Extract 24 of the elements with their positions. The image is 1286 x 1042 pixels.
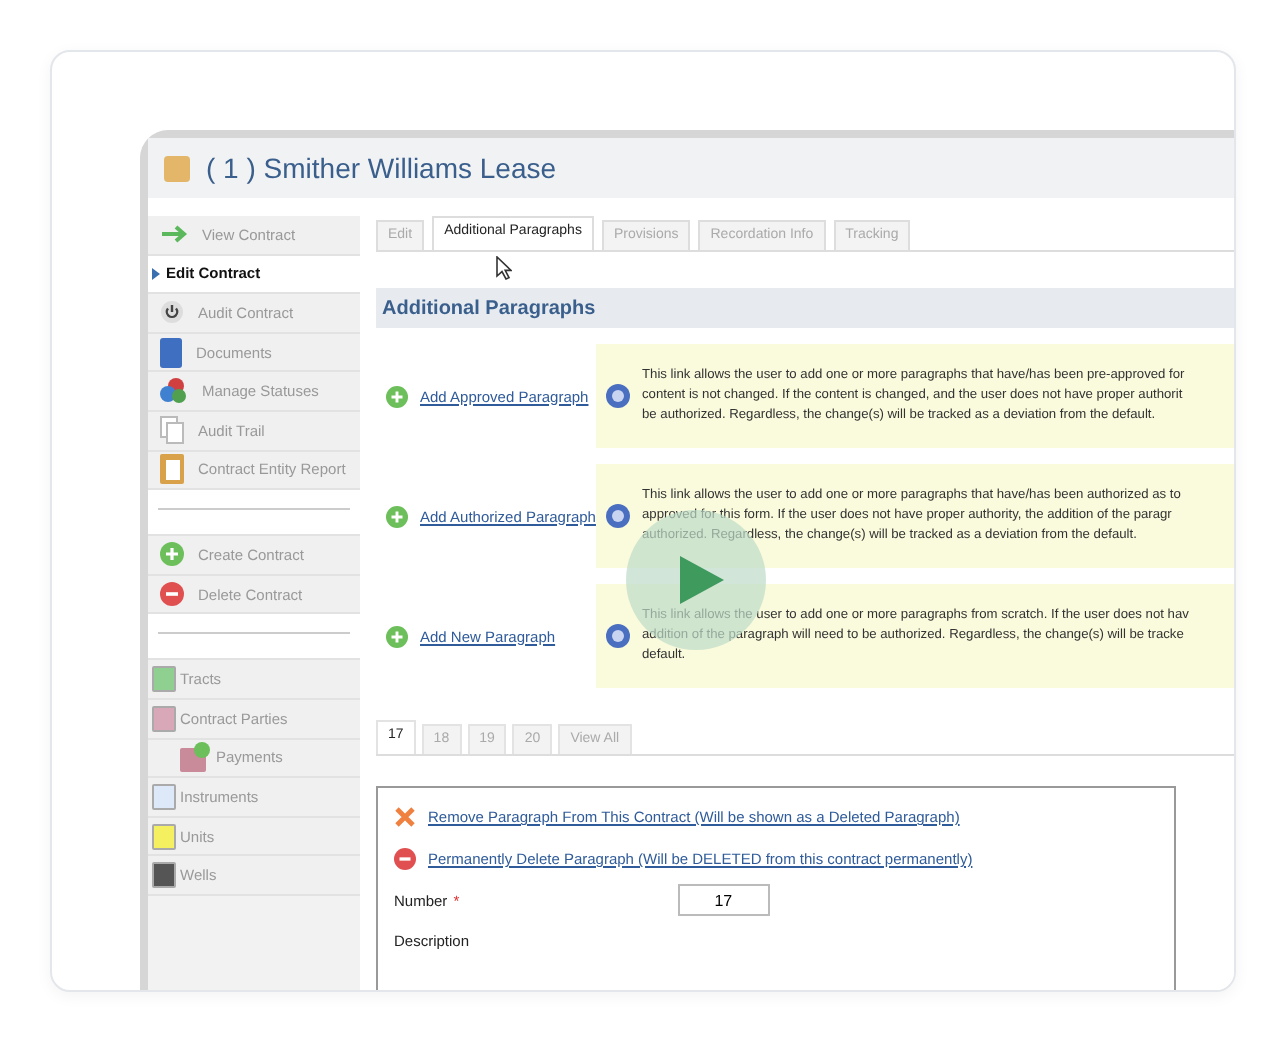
number-field[interactable]: 17: [677, 884, 770, 916]
window-title: ( 1 ) Smither Williams Lease: [206, 152, 557, 184]
money-icon: [180, 742, 212, 773]
contract-icon: [164, 155, 190, 181]
plus-icon: [386, 385, 408, 407]
play-icon: [680, 556, 724, 604]
help-icon: [606, 384, 630, 408]
book-icon: [160, 337, 182, 368]
triangle-icon: [152, 267, 160, 280]
report-icon: [160, 454, 184, 485]
balls-icon: [160, 378, 188, 405]
section-title: Additional Paragraphs: [382, 297, 596, 319]
plus-icon: [160, 542, 184, 567]
close-icon: [394, 806, 416, 828]
power-icon: [160, 300, 184, 325]
minus-icon: [160, 582, 184, 607]
plus-icon: [386, 505, 408, 527]
cursor-icon: [496, 256, 512, 280]
help-icon: [606, 624, 630, 648]
help-icon: [606, 504, 630, 528]
arrow-icon: [160, 224, 188, 245]
minus-icon: [394, 848, 416, 870]
plus-icon: [386, 625, 408, 647]
pages-icon: [160, 416, 184, 445]
